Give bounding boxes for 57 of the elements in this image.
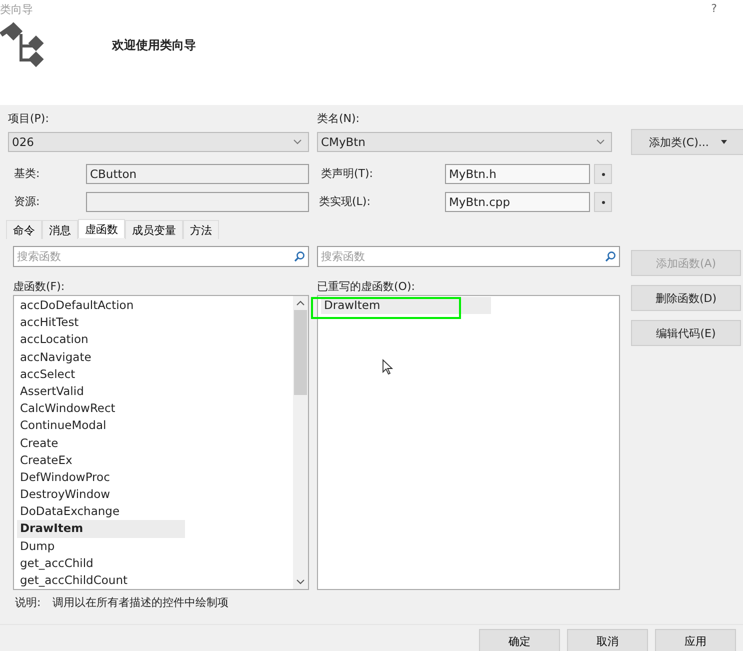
search-icon <box>294 251 305 262</box>
tab[interactable]: 成员变量 <box>125 220 183 239</box>
tab[interactable]: 命令 <box>6 220 42 239</box>
description-text: 调用以在所有者描述的控件中绘制项 <box>52 596 229 610</box>
list-item[interactable]: DestroyWindow <box>17 486 185 504</box>
list-item[interactable]: ContinueModal <box>17 417 185 434</box>
wizard-title: 欢迎使用类向导 <box>112 36 196 54</box>
list-item[interactable]: Dump <box>17 538 185 555</box>
list-label: 虚函数(F): <box>13 280 66 294</box>
dialog-button[interactable]: 取消 <box>567 629 648 651</box>
list-item[interactable]: get_accChildCount <box>17 572 185 589</box>
base-class-field: CButton <box>86 164 309 184</box>
list-item[interactable]: DefWindowProc <box>17 468 185 486</box>
list-item[interactable]: AssertValid <box>17 382 185 400</box>
tab[interactable]: 消息 <box>42 220 78 239</box>
field-label: 类实现(L): <box>318 195 372 209</box>
browse-button[interactable] <box>594 164 612 184</box>
field-label: 基类: <box>13 167 41 181</box>
list-label: 已重写的虚函数(O): <box>317 280 416 294</box>
list-item[interactable]: accNavigate <box>17 348 185 366</box>
list-item[interactable]: accDoDefaultAction <box>17 297 185 314</box>
function-button[interactable]: 编辑代码(E) <box>631 320 741 346</box>
list-item[interactable]: CalcWindowRect <box>17 400 185 418</box>
caret-icon <box>720 140 727 144</box>
list-item[interactable]: get_accChild <box>17 554 185 572</box>
dialog-button[interactable]: 应用 <box>655 629 736 651</box>
dot-icon <box>602 200 604 204</box>
field-label: 类名(N): <box>317 112 361 126</box>
list-item[interactable]: DoDataExchange <box>17 503 185 520</box>
list-item[interactable]: accLocation <box>17 331 185 349</box>
description-label: 说明: <box>15 596 41 610</box>
add-class-button[interactable]: 添加类(C)... <box>631 129 743 155</box>
list-item[interactable]: CreateEx <box>17 452 185 469</box>
field-label: 类声明(T): <box>320 167 374 181</box>
dialog-button[interactable]: 确定 <box>479 629 560 651</box>
chevron-down-icon <box>596 139 605 145</box>
list-item[interactable]: accHitTest <box>17 314 185 332</box>
browse-button[interactable] <box>594 192 612 212</box>
function-button[interactable]: 删除函数(D) <box>631 285 741 311</box>
dot-icon <box>602 172 604 176</box>
list-item[interactable]: Create <box>17 434 185 452</box>
tab[interactable]: 方法 <box>183 220 219 239</box>
window-title: 类向导 <box>0 2 33 18</box>
project-dropdown[interactable]: 026 <box>8 132 309 152</box>
tab[interactable]: 虚函数 <box>78 219 125 238</box>
source-file-field[interactable]: MyBtn.cpp <box>445 192 590 212</box>
list-item[interactable]: DrawItem <box>17 520 185 538</box>
class-name-dropdown[interactable]: CMyBtn <box>317 132 612 152</box>
header-file-field[interactable]: MyBtn.h <box>445 164 590 184</box>
field-label: 项目(P): <box>8 112 50 126</box>
cursor-icon <box>382 359 393 375</box>
list-item[interactable]: accSelect <box>17 366 185 383</box>
help-button[interactable]: ? <box>711 2 717 20</box>
field-label: 资源: <box>13 195 41 209</box>
chevron-down-icon <box>293 139 302 145</box>
scroll-thumb[interactable] <box>294 310 307 395</box>
search-icon <box>605 251 616 262</box>
